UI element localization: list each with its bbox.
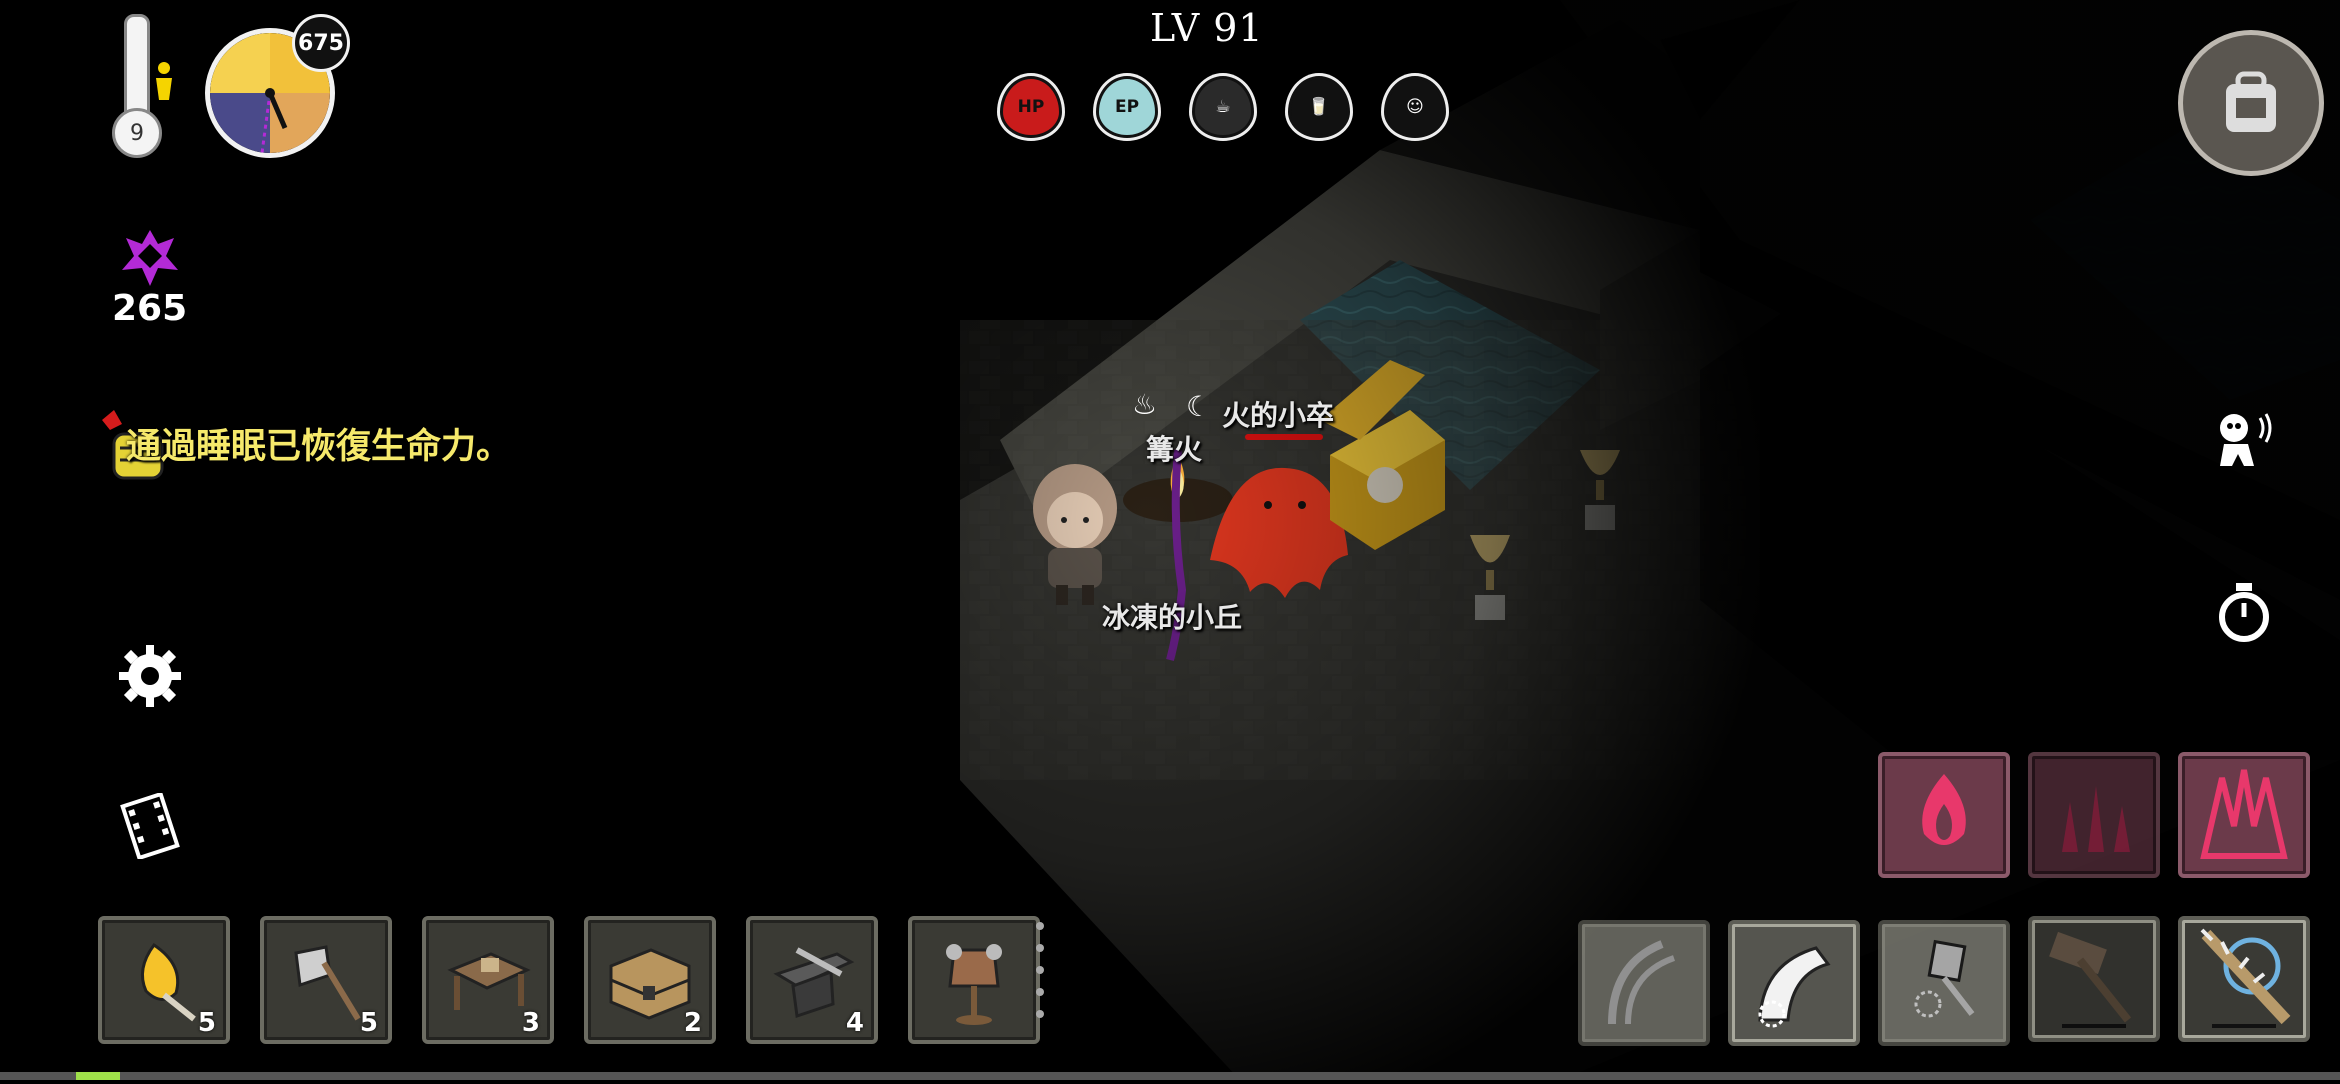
- workbench-icon: [447, 952, 531, 1010]
- notification-message: 通過睡眠已恢復生命力。: [126, 427, 512, 467]
- dot-3: [1036, 966, 1044, 974]
- anvil-icon: [773, 947, 855, 1018]
- stopwatch-icon[interactable]: [2214, 580, 2274, 644]
- day-counter-badge: 675: [292, 14, 350, 72]
- dot-2: [1036, 944, 1044, 952]
- backpack-icon: [2226, 71, 2276, 132]
- spiked-club-tool[interactable]: [2178, 916, 2310, 1042]
- thirst-icon[interactable]: 🥛: [1288, 76, 1350, 138]
- experience-bar: [0, 1072, 2340, 1080]
- claw-slash-tool[interactable]: [1578, 920, 1710, 1046]
- settings-gear-icon[interactable]: [114, 640, 186, 712]
- flame-burst-icon: [2200, 769, 2288, 859]
- sneak-icon[interactable]: [2204, 410, 2280, 486]
- temperature-person-icon: [152, 60, 176, 100]
- workbench-slot[interactable]: 3: [422, 916, 554, 1044]
- dot-5: [1036, 1010, 1044, 1018]
- chest-icon: [609, 948, 691, 1020]
- flame-icon: [1922, 774, 1966, 845]
- hammer-icon: [2049, 931, 2132, 1028]
- claw-hit-icon: [1758, 946, 1831, 1028]
- hp-icon[interactable]: HP: [1000, 76, 1062, 138]
- hotbar-more-handle[interactable]: [1036, 922, 1044, 1018]
- ep-icon[interactable]: EP: [1096, 76, 1158, 138]
- sanity-icon[interactable]: [118, 226, 182, 290]
- dot-4: [1036, 988, 1044, 996]
- hammer-hit-icon: [1914, 939, 1975, 1018]
- hotbar: 5 5 3 2 4: [98, 916, 1040, 1044]
- fire-skill-3[interactable]: [2178, 752, 2310, 878]
- armor-stand-icon: [946, 944, 1002, 1025]
- dot-1: [1036, 922, 1044, 930]
- claw-icon: [1608, 940, 1676, 1025]
- spiked-club-icon: [2200, 928, 2291, 1028]
- player-level: LV 91: [1150, 6, 1264, 50]
- fire-skill-1[interactable]: [1878, 752, 2010, 878]
- claw-strike-tool[interactable]: [1728, 920, 1860, 1046]
- film-replay-icon[interactable]: [116, 790, 184, 862]
- hammer-strike-tool[interactable]: [1878, 920, 2010, 1046]
- sanity-value: 265: [112, 288, 188, 329]
- thermometer-icon[interactable]: 9: [112, 108, 162, 158]
- anvil-slot[interactable]: 4: [746, 916, 878, 1044]
- status-bar: HP EP ☕ 🥛 ☺: [1000, 76, 1446, 138]
- hill-label: 冰凍的小丘: [1102, 601, 1243, 634]
- axe-icon: [294, 945, 361, 1021]
- chest-slot[interactable]: 2: [584, 916, 716, 1044]
- fire-skill-2[interactable]: [2028, 752, 2160, 878]
- hunger-icon[interactable]: ☕: [1192, 76, 1254, 138]
- torch-slot[interactable]: 5: [98, 916, 230, 1044]
- backpack-button[interactable]: [2178, 30, 2324, 176]
- flame-wall-icon: [2062, 786, 2130, 852]
- torch-icon: [140, 942, 196, 1022]
- mood-icon[interactable]: ☺: [1384, 76, 1446, 138]
- cooking-pot-icon: ♨: [1132, 388, 1158, 421]
- hammer-tool[interactable]: [2028, 916, 2160, 1042]
- armor-stand-slot[interactable]: [908, 916, 1040, 1044]
- axe-slot[interactable]: 5: [260, 916, 392, 1044]
- sleep-status-icon: ☾: [1186, 390, 1212, 423]
- experience-bar-fill: [76, 1072, 120, 1080]
- campfire-label: 篝火: [1146, 433, 1203, 466]
- enemy-name-label: 火的小卒: [1222, 399, 1335, 432]
